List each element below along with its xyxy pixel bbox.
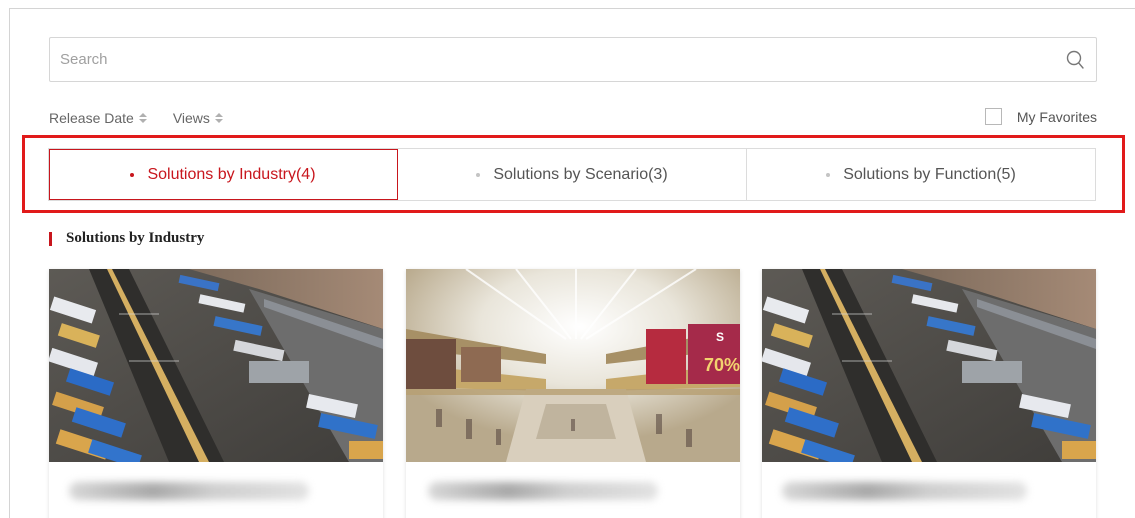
section-heading: Solutions by Industry — [49, 230, 204, 247]
sort-release-date[interactable]: Release Date — [49, 110, 147, 126]
search-box[interactable] — [49, 37, 1097, 82]
favorites-checkbox[interactable] — [984, 108, 1002, 125]
solution-card[interactable] — [49, 269, 383, 518]
my-favorites-toggle[interactable]: My Favorites — [984, 108, 1097, 125]
solution-card[interactable] — [762, 269, 1096, 518]
tab-industry[interactable]: Solutions by Industry(4) — [49, 149, 398, 200]
sort-views[interactable]: Views — [173, 110, 223, 126]
svg-text:70%: 70% — [704, 355, 740, 375]
bullet-dot-icon — [130, 172, 135, 177]
card-title-obscured — [69, 482, 309, 500]
tab-label: Solutions by Industry(4) — [147, 165, 316, 183]
sort-bar: Release Date Views — [49, 108, 249, 128]
card-title-obscured — [782, 482, 1027, 500]
card-title-obscured — [428, 482, 658, 500]
search-input[interactable] — [50, 38, 1030, 81]
section-title: Solutions by Industry — [66, 230, 205, 246]
sort-updown-icon — [138, 113, 147, 123]
section-accent-bar — [49, 231, 52, 246]
search-icon[interactable] — [1066, 50, 1084, 70]
logistics-warehouse-image — [49, 269, 383, 462]
favorites-label: My Favorites — [1016, 108, 1097, 125]
shopping-mall-image: S 70% — [406, 269, 740, 462]
sort-updown-icon — [214, 113, 223, 123]
sort-label: Views — [172, 110, 210, 126]
solution-card[interactable]: S 70% — [406, 269, 740, 518]
svg-text:S: S — [716, 330, 724, 344]
sort-label: Release Date — [49, 110, 134, 126]
logistics-warehouse-image — [762, 269, 1096, 462]
